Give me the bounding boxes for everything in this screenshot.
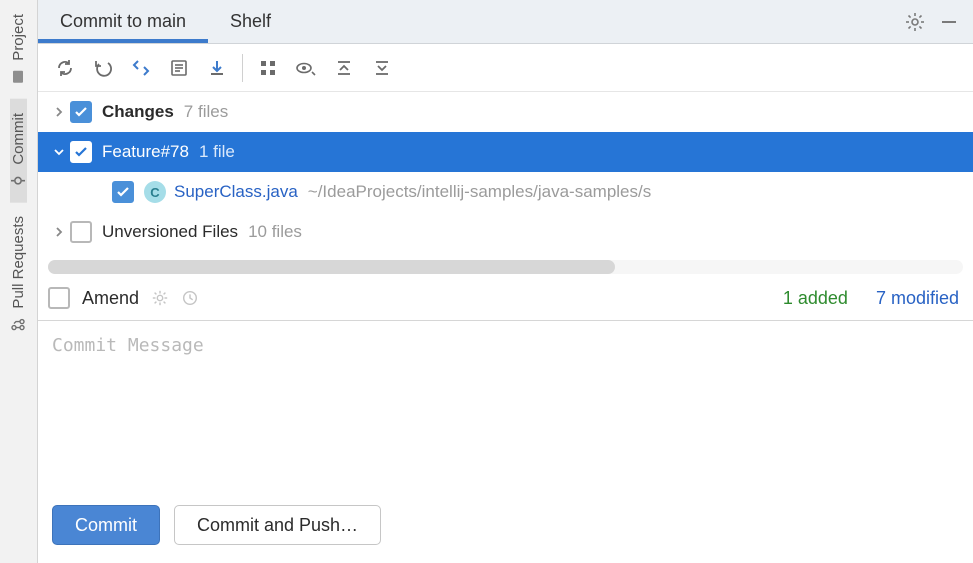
project-tool-tab[interactable]: Project bbox=[10, 0, 27, 99]
tab-shelf-label: Shelf bbox=[230, 11, 271, 32]
file-name: SuperClass.java bbox=[174, 182, 298, 202]
chevron-right-icon[interactable] bbox=[48, 107, 70, 117]
commit-and-push-label: Commit and Push… bbox=[197, 515, 358, 536]
pull-requests-icon bbox=[11, 317, 27, 333]
commit-button-label: Commit bbox=[75, 515, 137, 536]
unversioned-label: Unversioned Files bbox=[102, 222, 238, 242]
changelist-button[interactable] bbox=[160, 49, 198, 87]
unversioned-count: 10 files bbox=[248, 222, 302, 242]
changes-checkbox[interactable] bbox=[70, 101, 92, 123]
history-icon[interactable] bbox=[181, 289, 199, 307]
file-checkbox[interactable] bbox=[112, 181, 134, 203]
panel-tabs: Commit to main Shelf bbox=[38, 0, 973, 44]
pull-requests-tool-label: Pull Requests bbox=[10, 216, 27, 309]
commit-buttons: Commit Commit and Push… bbox=[38, 505, 973, 563]
commit-panel: Commit to main Shelf bbox=[38, 0, 973, 563]
commit-tool-tab[interactable]: Commit bbox=[10, 99, 27, 203]
changes-tree: Changes 7 files Feature#78 1 file C Supe… bbox=[38, 92, 973, 252]
gear-icon[interactable] bbox=[151, 289, 169, 307]
tab-commit-label: Commit to main bbox=[60, 11, 186, 32]
commit-button[interactable]: Commit bbox=[52, 505, 160, 545]
commit-tool-label: Commit bbox=[10, 113, 27, 165]
tab-shelf[interactable]: Shelf bbox=[208, 0, 293, 43]
horizontal-scrollbar[interactable] bbox=[48, 260, 963, 274]
commit-toolbar bbox=[38, 44, 973, 92]
unversioned-node[interactable]: Unversioned Files 10 files bbox=[38, 212, 973, 252]
refresh-button[interactable] bbox=[46, 49, 84, 87]
changelist-label: Feature#78 bbox=[102, 142, 189, 162]
tab-commit[interactable]: Commit to main bbox=[38, 0, 208, 43]
chevron-down-icon[interactable] bbox=[48, 147, 70, 157]
changes-count: 7 files bbox=[184, 102, 228, 122]
changelist-node[interactable]: Feature#78 1 file bbox=[38, 132, 973, 172]
commit-icon bbox=[11, 172, 27, 188]
amend-checkbox[interactable] bbox=[48, 287, 70, 309]
commit-message-input[interactable]: Commit Message bbox=[38, 320, 973, 505]
java-class-icon: C bbox=[144, 181, 166, 203]
pull-requests-tool-tab[interactable]: Pull Requests bbox=[10, 202, 27, 347]
changelist-checkbox[interactable] bbox=[70, 141, 92, 163]
commit-options-row: Amend 1 added 7 modified bbox=[38, 276, 973, 320]
file-row[interactable]: C SuperClass.java ~/IdeaProjects/intelli… bbox=[38, 172, 973, 212]
file-path: ~/IdeaProjects/intellij-samples/java-sam… bbox=[308, 182, 651, 202]
group-by-button[interactable] bbox=[249, 49, 287, 87]
minimize-icon[interactable] bbox=[939, 12, 959, 32]
amend-label: Amend bbox=[82, 288, 139, 309]
expand-all-button[interactable] bbox=[325, 49, 363, 87]
unversioned-checkbox[interactable] bbox=[70, 221, 92, 243]
stat-added: 1 added bbox=[783, 288, 848, 309]
project-icon bbox=[11, 69, 27, 85]
collapse-all-button[interactable] bbox=[363, 49, 401, 87]
commit-message-placeholder: Commit Message bbox=[52, 335, 204, 356]
diff-button[interactable] bbox=[122, 49, 160, 87]
view-options-button[interactable] bbox=[287, 49, 325, 87]
tool-window-strip: Project Commit Pull Requests bbox=[0, 0, 38, 563]
commit-and-push-button[interactable]: Commit and Push… bbox=[174, 505, 381, 545]
gear-icon[interactable] bbox=[905, 12, 925, 32]
rollback-button[interactable] bbox=[84, 49, 122, 87]
changes-label: Changes bbox=[102, 102, 174, 122]
shelve-button[interactable] bbox=[198, 49, 236, 87]
scrollbar-thumb[interactable] bbox=[48, 260, 615, 274]
changes-node[interactable]: Changes 7 files bbox=[38, 92, 973, 132]
chevron-right-icon[interactable] bbox=[48, 227, 70, 237]
stat-modified: 7 modified bbox=[876, 288, 959, 309]
changelist-count: 1 file bbox=[199, 142, 235, 162]
project-tool-label: Project bbox=[10, 14, 27, 61]
